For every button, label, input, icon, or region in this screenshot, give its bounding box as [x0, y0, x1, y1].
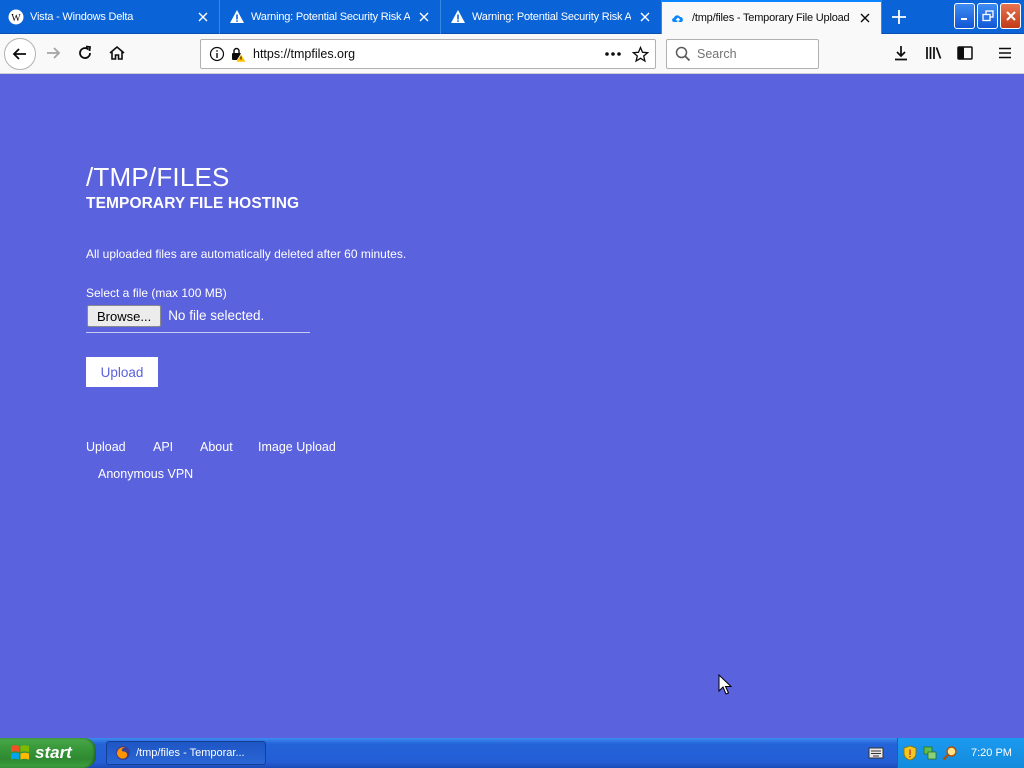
footer-link-upload[interactable]: Upload — [86, 440, 126, 454]
start-button[interactable]: start — [0, 738, 96, 768]
search-placeholder: Search — [697, 47, 737, 61]
mouse-cursor-icon — [718, 674, 732, 695]
upload-button[interactable]: Upload — [86, 357, 158, 387]
restore-icon — [981, 10, 994, 22]
page-actions-icon[interactable] — [604, 51, 622, 57]
wikipedia-w-icon: W — [8, 9, 24, 25]
system-clock: 7:20 PM — [971, 747, 1012, 759]
magnifier-icon[interactable] — [942, 745, 958, 761]
url-bar[interactable]: https://tmpfiles.org — [200, 39, 656, 69]
plus-icon — [892, 10, 906, 24]
close-icon[interactable] — [416, 9, 432, 25]
system-tray: 7:20 PM — [897, 738, 1024, 768]
sidebar-icon — [957, 46, 973, 60]
arrow-left-icon — [12, 48, 26, 60]
site-title: /TMP/FILES — [86, 162, 230, 192]
minimize-window-button[interactable] — [954, 3, 975, 29]
restore-window-button[interactable] — [977, 3, 998, 29]
tab-title: /tmp/files - Temporary File Upload — [692, 12, 850, 24]
tab-title: Vista - Windows Delta — [30, 11, 134, 23]
library-icon — [926, 47, 942, 59]
forward-button[interactable] — [38, 38, 68, 68]
footer-link-about[interactable]: About — [200, 440, 233, 454]
warning-icon — [450, 9, 466, 25]
no-file-selected-text: No file selected. — [168, 308, 265, 323]
close-icon[interactable] — [857, 10, 873, 26]
taskbar-task-label: /tmp/files - Temporar... — [136, 747, 245, 759]
start-label: start — [35, 743, 72, 762]
tab-title: Warning: Potential Security Risk Ah — [251, 11, 410, 23]
close-icon[interactable] — [195, 9, 211, 25]
navigation-toolbar: https://tmpfiles.org Search — [0, 34, 1024, 74]
close-window-button[interactable] — [1000, 3, 1021, 29]
file-select-label: Select a file (max 100 MB) — [86, 286, 227, 300]
hamburger-menu-icon — [999, 47, 1011, 59]
taskbar: start /tmp/files - Temporar... 7:20 PM — [0, 738, 1024, 768]
arrow-right-icon — [47, 47, 61, 59]
menu-button[interactable] — [990, 38, 1020, 68]
search-bar[interactable]: Search — [666, 39, 819, 69]
insecure-lock-icon[interactable] — [229, 46, 247, 62]
sidebar-button[interactable] — [950, 38, 980, 68]
library-button[interactable] — [919, 38, 949, 68]
bookmark-star-icon[interactable] — [632, 45, 649, 63]
file-input[interactable]: Browse... No file selected. — [86, 305, 310, 333]
downloads-button[interactable] — [886, 38, 916, 68]
info-icon[interactable] — [209, 46, 225, 62]
page-content: /TMP/FILES TEMPORARY FILE HOSTING All up… — [0, 74, 1024, 738]
new-tab-button[interactable] — [884, 2, 914, 32]
security-shield-icon[interactable] — [902, 745, 918, 761]
home-icon — [109, 45, 125, 60]
search-icon — [675, 46, 691, 62]
tab-strip: W Vista - Windows Delta Warning: Potenti… — [0, 0, 1024, 34]
url-text: https://tmpfiles.org — [253, 47, 356, 61]
reload-icon — [79, 45, 92, 59]
taskbar-task-tmpfiles[interactable]: /tmp/files - Temporar... — [106, 741, 266, 765]
home-button[interactable] — [102, 38, 132, 68]
cloud-upload-icon — [670, 10, 686, 26]
firefox-icon — [116, 746, 130, 760]
reload-button[interactable] — [70, 38, 100, 68]
minimize-icon — [960, 18, 967, 20]
close-icon — [1005, 11, 1016, 21]
footer-link-api[interactable]: API — [153, 440, 173, 454]
svg-text:W: W — [11, 13, 21, 24]
browse-button[interactable]: Browse... — [87, 305, 162, 327]
tab-title: Warning: Potential Security Risk Ah — [472, 11, 631, 23]
back-button[interactable] — [4, 38, 36, 70]
site-subtitle: TEMPORARY FILE HOSTING — [86, 195, 300, 212]
windows-logo-icon — [11, 745, 29, 760]
network-icon[interactable] — [922, 745, 938, 761]
tab-vista-windows-delta[interactable]: W Vista - Windows Delta — [0, 0, 220, 34]
footer-link-anonymous-vpn[interactable]: Anonymous VPN — [98, 467, 193, 481]
deletion-notice: All uploaded files are automatically del… — [86, 247, 407, 261]
tab-security-warning-1[interactable]: Warning: Potential Security Risk Ah — [221, 0, 441, 34]
close-icon[interactable] — [637, 9, 653, 25]
footer-link-image-upload[interactable]: Image Upload — [258, 440, 336, 454]
tab-tmpfiles-active[interactable]: /tmp/files - Temporary File Upload — [662, 0, 882, 34]
keyboard-icon[interactable] — [868, 746, 884, 760]
tab-security-warning-2[interactable]: Warning: Potential Security Risk Ah — [442, 0, 662, 34]
warning-icon — [229, 9, 245, 25]
download-icon — [895, 46, 907, 61]
